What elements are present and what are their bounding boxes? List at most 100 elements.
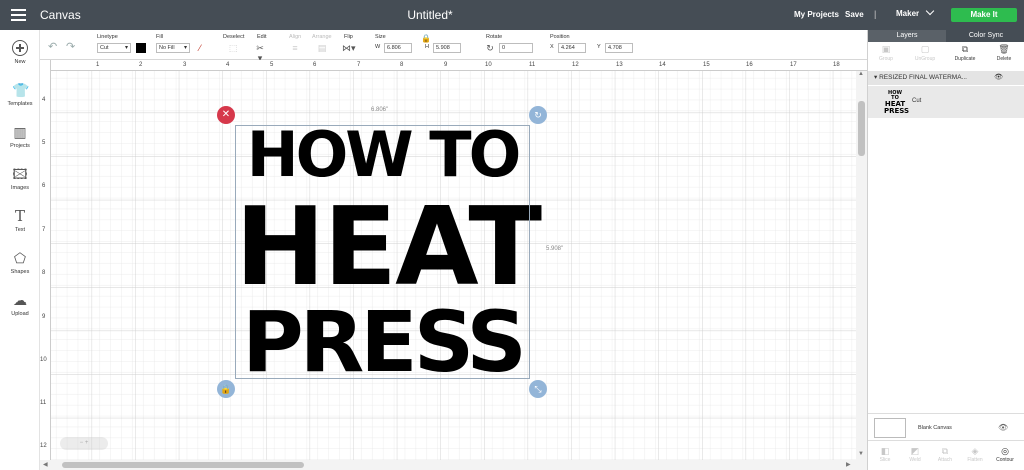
blank-canvas-row[interactable]: Blank Canvas 👁 [868,413,1024,441]
ruler-tick-label: 9 [42,314,46,320]
flatten-button[interactable]: ◈ Flatten [960,445,990,463]
layer-group-row[interactable]: ▾ RESIZED FINAL WATERMA... 👁 [868,71,1024,85]
image-icon: 🖾 [12,166,28,182]
sidebar-item-projects[interactable]: ▥ Projects [0,124,40,149]
ungroup-button[interactable]: ▢ UnGroup [907,44,943,62]
zoom-control[interactable]: − + [60,437,108,450]
machine-selector[interactable]: Maker [896,6,935,18]
ruler-tick-label: 4 [42,97,46,103]
deselect-icon[interactable]: ⬚ [227,43,239,53]
rotate-handle[interactable]: ↻ [529,106,547,124]
scroll-right-icon[interactable]: ▶ [846,461,851,468]
attach-icon: ⧉ [941,446,949,456]
y-input[interactable]: 4.708 [605,43,633,53]
scroll-up-icon[interactable]: ▲ [858,71,864,77]
linetype-color-swatch[interactable] [136,43,146,53]
sidebar-item-text[interactable]: T Text [0,208,40,233]
flip-label: Flip [344,34,353,40]
weld-icon: ◩ [910,446,920,456]
size-label: Size [375,34,386,40]
make-it-button[interactable]: Make It [951,8,1017,22]
sidebar-item-upload[interactable]: ☁ Upload [0,292,40,317]
top-bar: Canvas Untitled* My Projects Save | Make… [0,0,1024,30]
delete-handle[interactable]: ✕ [217,106,235,124]
chevron-down-icon [925,6,935,16]
ungroup-icon: ▢ [920,44,930,54]
redo-icon[interactable]: ↷ [66,40,75,53]
scroll-left-icon[interactable]: ◀ [43,461,48,468]
slice-button[interactable]: ◧ Slice [870,445,900,463]
layer-item[interactable]: HOW TO HEAT PRESS Cut [868,86,1024,118]
flip-icon[interactable]: ⋈▾ [342,43,356,53]
panel-tabs: Layers Color Sync [868,30,1024,42]
attach-button[interactable]: ⧉ Attach [930,445,960,463]
fill-select[interactable]: No Fill [156,43,190,53]
horizontal-scrollbar[interactable]: ◀ ▶ [40,460,867,470]
no-fill-icon[interactable]: ⁄ [194,43,206,53]
weld-button[interactable]: ◩ Weld [900,445,930,463]
separator: | [874,9,877,19]
height-input[interactable]: 5.908 [433,43,461,53]
tab-layers[interactable]: Layers [868,30,946,42]
sidebar-item-images[interactable]: 🖾 Images [0,166,40,191]
ruler-tick-label: 8 [42,270,46,276]
horizontal-scroll-thumb[interactable] [62,462,304,468]
save-link[interactable]: Save [845,10,864,19]
hide-canvas-icon[interactable]: 👁 [998,423,1008,432]
delete-button[interactable]: 🗑 Delete [986,44,1022,62]
y-label: Y [597,44,601,50]
rotate-icon: ↻ [486,43,494,53]
vertical-scroll-thumb[interactable] [858,101,865,156]
scroll-down-icon[interactable]: ▼ [858,451,864,457]
ruler-tick-label: 11 [40,400,47,406]
ruler-tick-label: 4 [226,62,230,68]
position-label: Position [550,34,570,40]
edit-label: Edit [257,34,267,40]
arrange-label: Arrange [312,34,332,40]
layer-group-name: RESIZED FINAL WATERMA... [879,74,967,81]
align-icon[interactable]: ≡ [289,43,301,53]
width-input[interactable]: 6.806 [384,43,412,53]
my-projects-link[interactable]: My Projects [794,10,839,19]
shirt-icon: 👕 [12,82,30,98]
ruler-tick-label: 5 [42,140,46,146]
duplicate-button[interactable]: ⧉ Duplicate [947,44,983,62]
align-label: Align [289,34,302,40]
sidebar-item-shapes[interactable]: ⬠ Shapes [0,250,40,275]
lock-handle[interactable]: 🔒 [217,380,235,398]
ruler-tick-label: 11 [529,62,536,68]
sidebar-item-templates[interactable]: 👕 Templates [0,82,40,107]
fill-label: Fill [156,34,164,40]
ruler-tick-label: 13 [616,62,623,68]
tab-color-sync[interactable]: Color Sync [947,30,1024,42]
linetype-select[interactable]: Cut [97,43,131,53]
ruler-tick-label: 6 [42,183,46,189]
x-input[interactable]: 4.264 [558,43,586,53]
ruler-tick-label: 8 [400,62,404,68]
ruler-tick-label: 12 [572,62,579,68]
eye-icon[interactable]: 👁 [994,71,1003,85]
design-canvas[interactable]: 1 2 3 4 5 6 7 8 9 10 11 12 13 14 15 16 1… [40,60,867,460]
ruler-tick-label: 14 [659,62,666,68]
edit-icon[interactable]: ✂▾ [254,43,266,63]
contour-icon: ◎ [1001,446,1009,456]
flatten-icon: ◈ [971,446,979,456]
vertical-scrollbar[interactable]: ▲ ▼ [856,71,867,460]
undo-icon[interactable]: ↶ [48,40,57,53]
selection-box [235,125,530,379]
rotate-input[interactable]: 0 [499,43,533,53]
ruler-tick-label: 2 [139,62,143,68]
sidebar-item-new[interactable]: New [0,40,40,65]
text-icon: T [14,207,25,225]
ruler-tick-label: 5 [270,62,274,68]
arrange-icon[interactable]: ▤ [316,43,328,53]
ruler-tick-label: 10 [485,62,492,68]
height-label: H [425,44,429,50]
resize-handle[interactable]: ⤡ [529,380,547,398]
edit-toolbar: ↶ ↷ Linetype Cut Fill No Fill ⁄ Deselect… [40,30,867,63]
width-label: W [375,44,381,50]
group-button[interactable]: ▣ Group [868,44,904,62]
contour-button[interactable]: ◎ Contour [990,445,1020,463]
height-dimension-label: 5.908" [546,246,564,252]
lock-icon[interactable]: 🔒 [420,34,432,44]
